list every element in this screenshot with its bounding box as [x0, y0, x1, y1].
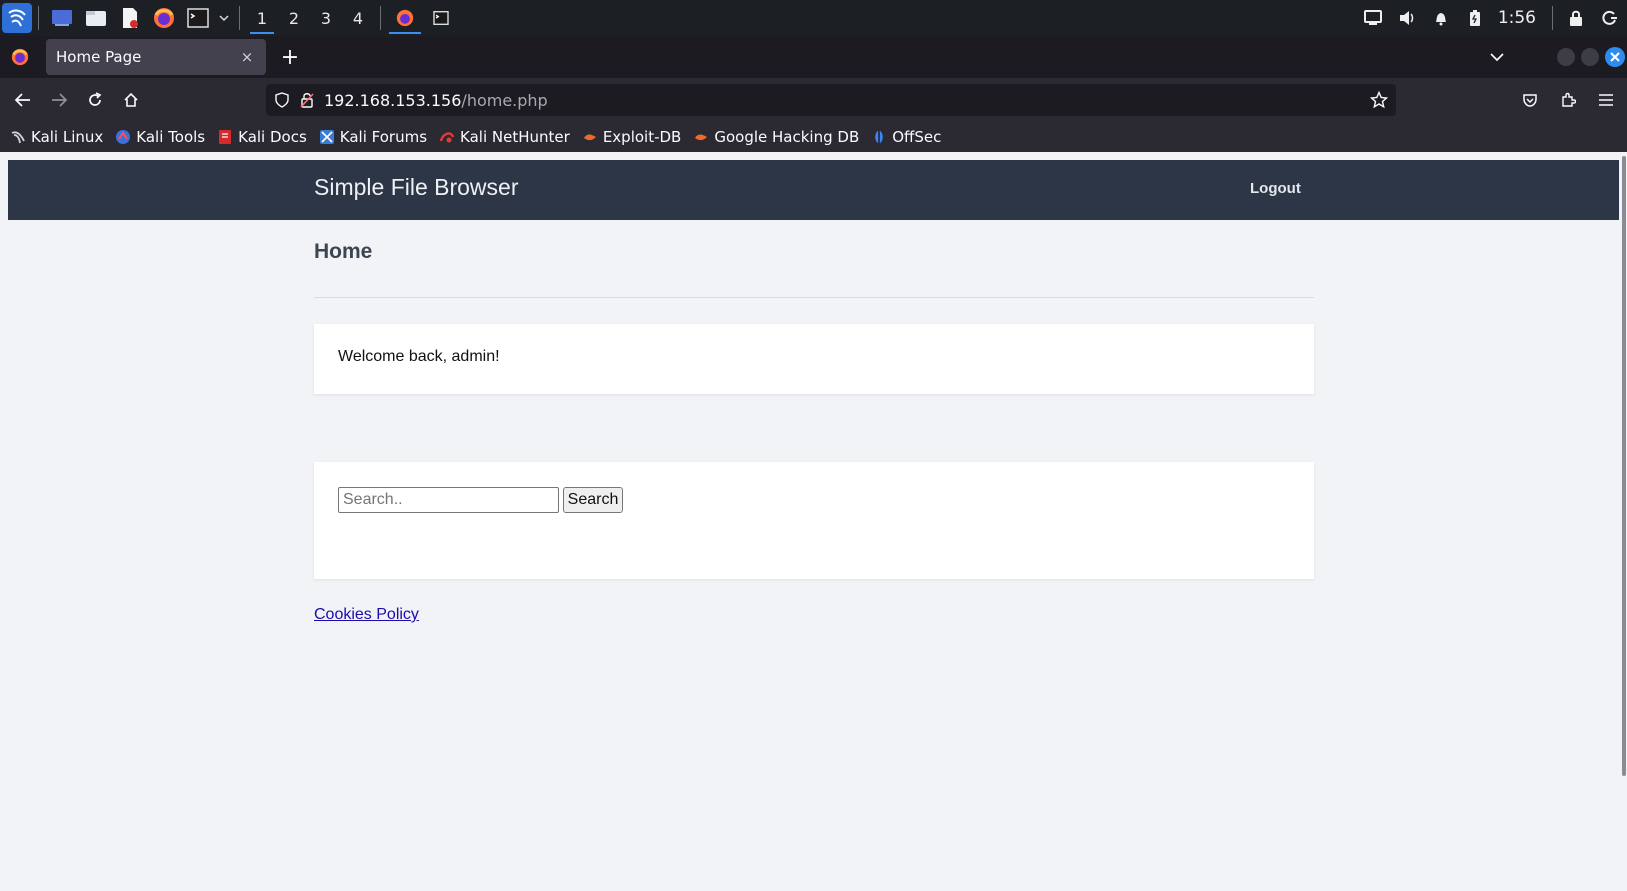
- panel-separator: [380, 6, 381, 30]
- ghdb-icon: [693, 129, 709, 145]
- back-arrow-icon[interactable]: [6, 83, 40, 117]
- url-bar[interactable]: 192.168.153.156/home.php: [266, 84, 1396, 116]
- taskbar-firefox[interactable]: [387, 0, 423, 36]
- bookmark-label: Exploit-DB: [602, 128, 682, 146]
- kali-forums-icon: [319, 129, 335, 145]
- workspace-2[interactable]: 2: [278, 0, 310, 36]
- page-viewport: Simple File Browser Logout Home Welcome …: [0, 152, 1627, 891]
- browser-tab-bar: Home Page × +: [0, 36, 1627, 78]
- bookmark-kali-linux[interactable]: Kali Linux: [10, 128, 103, 146]
- workspace-3[interactable]: 3: [310, 0, 342, 36]
- forward-arrow-icon[interactable]: [42, 83, 76, 117]
- list-all-tabs-chevron-icon[interactable]: [1477, 39, 1517, 75]
- bookmark-label: Kali Docs: [238, 128, 307, 146]
- tab-title: Home Page: [56, 48, 142, 66]
- kali-docs-icon: [217, 129, 233, 145]
- welcome-message: Welcome back, admin!: [338, 348, 500, 365]
- workspace-4[interactable]: 4: [342, 0, 374, 36]
- firefox-icon: [396, 9, 414, 27]
- pocket-icon[interactable]: [1513, 83, 1547, 117]
- panel-separator: [38, 6, 39, 30]
- tab-home-page[interactable]: Home Page ×: [46, 39, 266, 75]
- url-text[interactable]: 192.168.153.156/home.php: [324, 91, 1370, 110]
- bookmark-kali-docs[interactable]: Kali Docs: [217, 128, 307, 146]
- shield-icon[interactable]: [274, 92, 290, 108]
- workspace-1[interactable]: 1: [246, 0, 278, 36]
- heading-divider: [314, 297, 1314, 298]
- logout-power-icon[interactable]: [1593, 0, 1627, 36]
- bookmark-google-hacking-db[interactable]: Google Hacking DB: [693, 128, 859, 146]
- extensions-puzzle-icon[interactable]: [1551, 83, 1585, 117]
- welcome-card: Welcome back, admin!: [314, 324, 1314, 394]
- desktop-icon[interactable]: [48, 4, 76, 32]
- page-scrollbar[interactable]: [1619, 152, 1627, 891]
- page-title: Home: [314, 240, 373, 263]
- panel-separator: [239, 6, 240, 30]
- maximize-button[interactable]: [1581, 48, 1599, 66]
- text-editor-icon[interactable]: [116, 4, 144, 32]
- bookmark-kali-tools[interactable]: Kali Tools: [115, 128, 205, 146]
- panel-separator: [1552, 6, 1553, 30]
- notification-bell-icon[interactable]: [1424, 0, 1458, 36]
- url-host: 192.168.153.156: [324, 90, 462, 110]
- scrollbar-thumb[interactable]: [1622, 156, 1626, 776]
- volume-icon[interactable]: [1390, 0, 1424, 36]
- bookmark-label: Kali NetHunter: [460, 128, 570, 146]
- file-manager-icon[interactable]: [82, 4, 110, 32]
- exploit-db-icon: [582, 129, 598, 145]
- search-input[interactable]: [338, 487, 559, 513]
- clock[interactable]: 1:56: [1492, 8, 1546, 28]
- kali-tools-icon: [115, 129, 131, 145]
- taskbar-terminal[interactable]: [423, 0, 459, 36]
- minimize-button[interactable]: [1557, 48, 1575, 66]
- logout-link[interactable]: Logout: [1250, 180, 1301, 197]
- reload-icon[interactable]: [78, 83, 112, 117]
- terminal-icon[interactable]: [184, 4, 212, 32]
- site-header: Simple File Browser Logout: [8, 160, 1619, 220]
- bookmark-exploit-db[interactable]: Exploit-DB: [582, 128, 682, 146]
- bookmark-label: Kali Tools: [136, 128, 206, 146]
- cookies-policy-link[interactable]: Cookies Policy: [314, 606, 419, 624]
- kali-dragon-icon: [10, 129, 26, 145]
- offsec-icon: [871, 129, 887, 145]
- battery-icon[interactable]: [1458, 0, 1492, 36]
- bookmark-kali-nethunter[interactable]: Kali NetHunter: [439, 128, 570, 146]
- bookmark-label: OffSec: [892, 128, 942, 146]
- display-icon[interactable]: [1356, 0, 1390, 36]
- terminal-icon: [433, 11, 449, 25]
- hamburger-menu-icon[interactable]: [1589, 83, 1623, 117]
- url-path: /home.php: [461, 90, 548, 110]
- site-title[interactable]: Simple File Browser: [314, 174, 519, 201]
- bookmarks-toolbar: Kali Linux Kali Tools Kali Docs Kali For…: [0, 122, 1627, 152]
- kali-menu-icon[interactable]: [2, 3, 32, 33]
- chevron-down-icon[interactable]: [217, 4, 231, 32]
- firefox-icon[interactable]: [150, 4, 178, 32]
- bookmark-offsec[interactable]: OffSec: [871, 128, 941, 146]
- nethunter-icon: [439, 129, 455, 145]
- bookmark-kali-forums[interactable]: Kali Forums: [319, 128, 427, 146]
- os-top-panel: 1 2 3 4 1:56: [0, 0, 1627, 36]
- bookmark-label: Kali Forums: [339, 128, 428, 146]
- search-card: Search: [314, 462, 1314, 579]
- bookmark-label: Google Hacking DB: [714, 128, 860, 146]
- insecure-lock-icon[interactable]: [300, 92, 314, 108]
- bookmark-star-icon[interactable]: [1370, 91, 1388, 109]
- close-icon[interactable]: ×: [238, 48, 256, 66]
- new-tab-button[interactable]: +: [270, 39, 310, 75]
- search-button[interactable]: Search: [563, 487, 623, 513]
- firefox-view-icon[interactable]: [0, 36, 40, 78]
- window-close-button[interactable]: [1605, 47, 1625, 67]
- bookmark-label: Kali Linux: [31, 128, 104, 146]
- home-icon[interactable]: [114, 83, 148, 117]
- browser-nav-bar: 192.168.153.156/home.php: [0, 78, 1627, 122]
- lock-icon[interactable]: [1559, 0, 1593, 36]
